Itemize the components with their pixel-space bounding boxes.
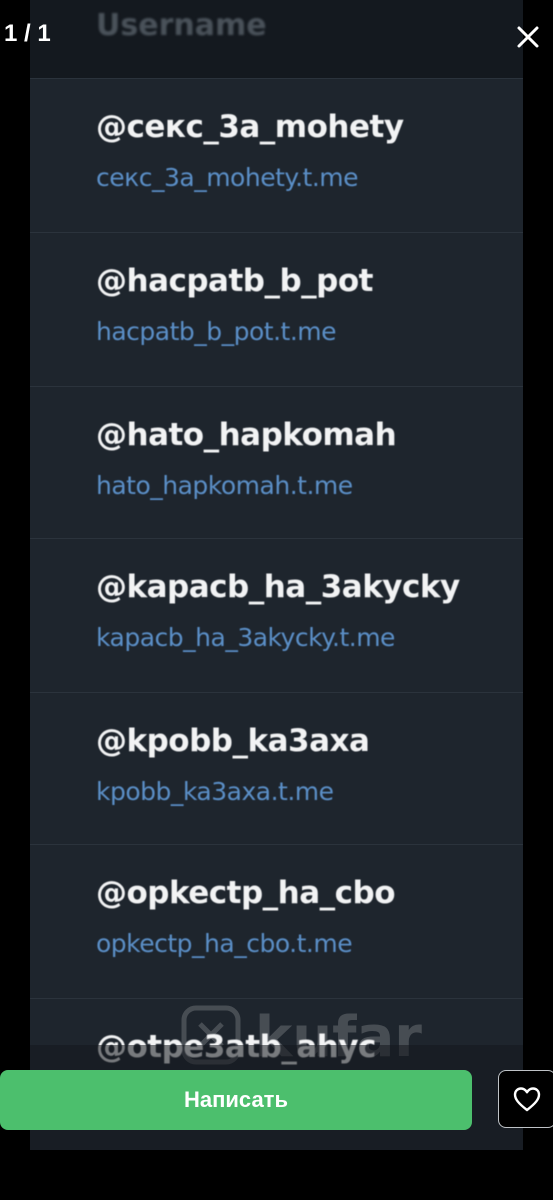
image-viewer: Username @секс_3а_mohety секс_3а_mohety.…	[0, 0, 553, 1200]
listing-photo[interactable]: Username @секс_3а_mohety секс_3а_mohety.…	[30, 0, 523, 1150]
photo-column-title: Username	[96, 8, 267, 43]
list-item: @kapacb_ha_3akycky kapacb_ha_3akycky.t.m…	[30, 538, 523, 693]
image-counter: 1 / 1	[4, 20, 51, 47]
write-message-button[interactable]: Написать	[0, 1070, 472, 1130]
close-button[interactable]	[511, 20, 545, 54]
heart-icon	[513, 1087, 541, 1112]
list-item-link: секс_3а_mohety.t.me	[96, 163, 359, 192]
list-item-link: kapacb_ha_3akycky.t.me	[96, 623, 395, 652]
list-item-username: @секс_3а_mohety	[96, 109, 404, 145]
favorite-button[interactable]	[498, 1070, 553, 1128]
photo-table-header: Username	[30, 0, 523, 78]
close-icon	[517, 26, 539, 48]
list-item-link: hato_hapkomah.t.me	[96, 471, 353, 500]
list-item-username: @hato_hapkomah	[96, 417, 397, 453]
list-item: @opkectp_ha_cbo opkectp_ha_cbo.t.me	[30, 844, 523, 999]
list-item-link: hacpatb_b_pot.t.me	[96, 317, 337, 346]
list-item: @секс_3а_mohety секс_3а_mohety.t.me	[30, 78, 523, 233]
list-item-username: @opkectp_ha_cbo	[96, 875, 396, 911]
list-item-link: opkectp_ha_cbo.t.me	[96, 929, 353, 958]
list-item-username: @hacpatb_b_pot	[96, 263, 373, 299]
list-item-link: kpobb_ka3axa.t.me	[96, 777, 334, 806]
list-item: @kpobb_ka3axa kpobb_ka3axa.t.me	[30, 692, 523, 847]
list-item: @hacpatb_b_pot hacpatb_b_pot.t.me	[30, 232, 523, 387]
list-item-username: @kpobb_ka3axa	[96, 723, 370, 759]
list-item-username: @kapacb_ha_3akycky	[96, 569, 460, 605]
list-item: @hato_hapkomah hato_hapkomah.t.me	[30, 386, 523, 541]
